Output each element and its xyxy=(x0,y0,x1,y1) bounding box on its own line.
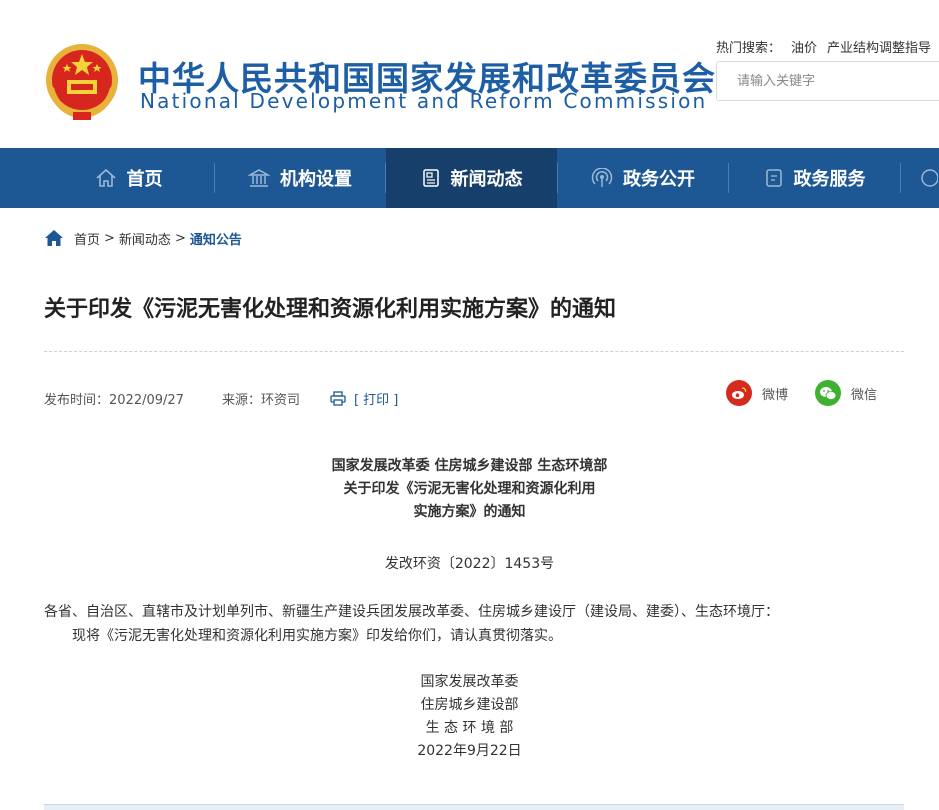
nav-label: 新闻动态 xyxy=(450,169,523,190)
hot-search-item[interactable]: 油价 xyxy=(791,41,817,56)
share-weibo-button[interactable]: 微博 xyxy=(726,380,788,406)
document-recipients: 各省、自治区、直辖市及计划单列市、新疆生产建设兵团发展改革委、住房城乡建设厅（建… xyxy=(44,604,779,620)
breadcrumb-home[interactable]: 首页 xyxy=(74,229,100,248)
document-icon xyxy=(765,169,782,187)
nav-divider xyxy=(900,163,901,193)
main-nav: 首页 机构设置 新闻动态 政务公开 政务服务 xyxy=(0,148,939,208)
signature-line: 国家发展改革委 xyxy=(420,674,519,690)
hot-search-label: 热门搜索： xyxy=(716,41,782,56)
site-header: 中华人民共和国国家发展和改革委员会 National Development a… xyxy=(0,0,939,148)
more-nav-icon[interactable] xyxy=(918,168,938,188)
share-label: 微信 xyxy=(851,387,878,403)
nav-item-home[interactable]: 首页 xyxy=(43,148,214,208)
broadcast-icon xyxy=(591,168,613,187)
article-meta: 发布时间：2022/09/27 来源：环资司 [ 打印 ] xyxy=(44,389,398,408)
nav-label: 首页 xyxy=(126,169,163,190)
nav-item-news[interactable]: 新闻动态 xyxy=(386,148,557,208)
hot-search-item[interactable]: 产业结构调整指导 xyxy=(827,41,931,56)
breadcrumb-separator: > xyxy=(104,230,115,246)
search-box xyxy=(716,61,939,101)
search-input[interactable] xyxy=(717,62,939,100)
document-heading-line: 关于印发《污泥无害化处理和资源化利用 xyxy=(343,481,596,497)
publish-time: 发布时间：2022/09/27 xyxy=(44,393,184,408)
nav-label: 政务公开 xyxy=(623,169,695,190)
breadcrumb-current[interactable]: 通知公告 xyxy=(190,229,242,248)
nav-item-gov-services[interactable]: 政务服务 xyxy=(729,148,900,208)
document-body-paragraph: 现将《污泥无害化处理和资源化利用实施方案》印发给你们，请认真贯彻落实。 xyxy=(72,628,562,644)
national-emblem-icon[interactable] xyxy=(43,40,121,122)
signature-line: 生 态 环 境 部 xyxy=(425,720,514,736)
article-title: 关于印发《污泥无害化处理和资源化利用实施方案》的通知 xyxy=(44,297,617,322)
site-title-en[interactable]: National Development and Reform Commissi… xyxy=(140,89,707,113)
signature-line: 住房城乡建设部 xyxy=(420,697,519,713)
breadcrumb: 首页 > 新闻动态 > 通知公告 xyxy=(44,228,242,248)
attachment-panel-edge xyxy=(44,804,904,810)
breadcrumb-separator: > xyxy=(174,230,186,246)
document-signatures: 国家发展改革委 住房城乡建设部 生 态 环 境 部 2022年9月22日 xyxy=(0,671,939,763)
document-number: 发改环资〔2022〕1453号 xyxy=(384,556,555,572)
print-label: [ 打印 ] xyxy=(353,393,399,408)
nav-label: 政务服务 xyxy=(793,169,866,190)
weibo-icon xyxy=(726,380,752,406)
printer-icon xyxy=(330,391,346,406)
document-heading-line: 实施方案》的通知 xyxy=(413,504,526,520)
home-icon xyxy=(95,168,116,187)
nav-item-institution[interactable]: 机构设置 xyxy=(215,148,385,208)
news-icon xyxy=(422,169,439,187)
institution-icon xyxy=(248,169,270,187)
nav-item-gov-affairs[interactable]: 政务公开 xyxy=(558,148,728,208)
print-button[interactable]: [ 打印 ] xyxy=(330,389,398,408)
wechat-icon xyxy=(815,380,841,406)
article-source: 来源：环资司 xyxy=(221,393,300,408)
nav-label: 机构设置 xyxy=(280,169,352,190)
share-label: 微博 xyxy=(762,387,789,403)
share-wechat-button[interactable]: 微信 xyxy=(815,380,877,406)
breadcrumb-news[interactable]: 新闻动态 xyxy=(119,229,171,248)
breadcrumb-home-icon[interactable] xyxy=(44,229,64,247)
title-divider xyxy=(44,351,904,352)
document-heading-line: 国家发展改革委 住房城乡建设部 生态环境部 xyxy=(331,458,608,474)
hot-search: 热门搜索： 油价 产业结构调整指导 xyxy=(716,37,931,56)
signature-date: 2022年9月22日 xyxy=(417,743,522,759)
document-heading: 国家发展改革委 住房城乡建设部 生态环境部 关于印发《污泥无害化处理和资源化利用… xyxy=(0,455,939,524)
